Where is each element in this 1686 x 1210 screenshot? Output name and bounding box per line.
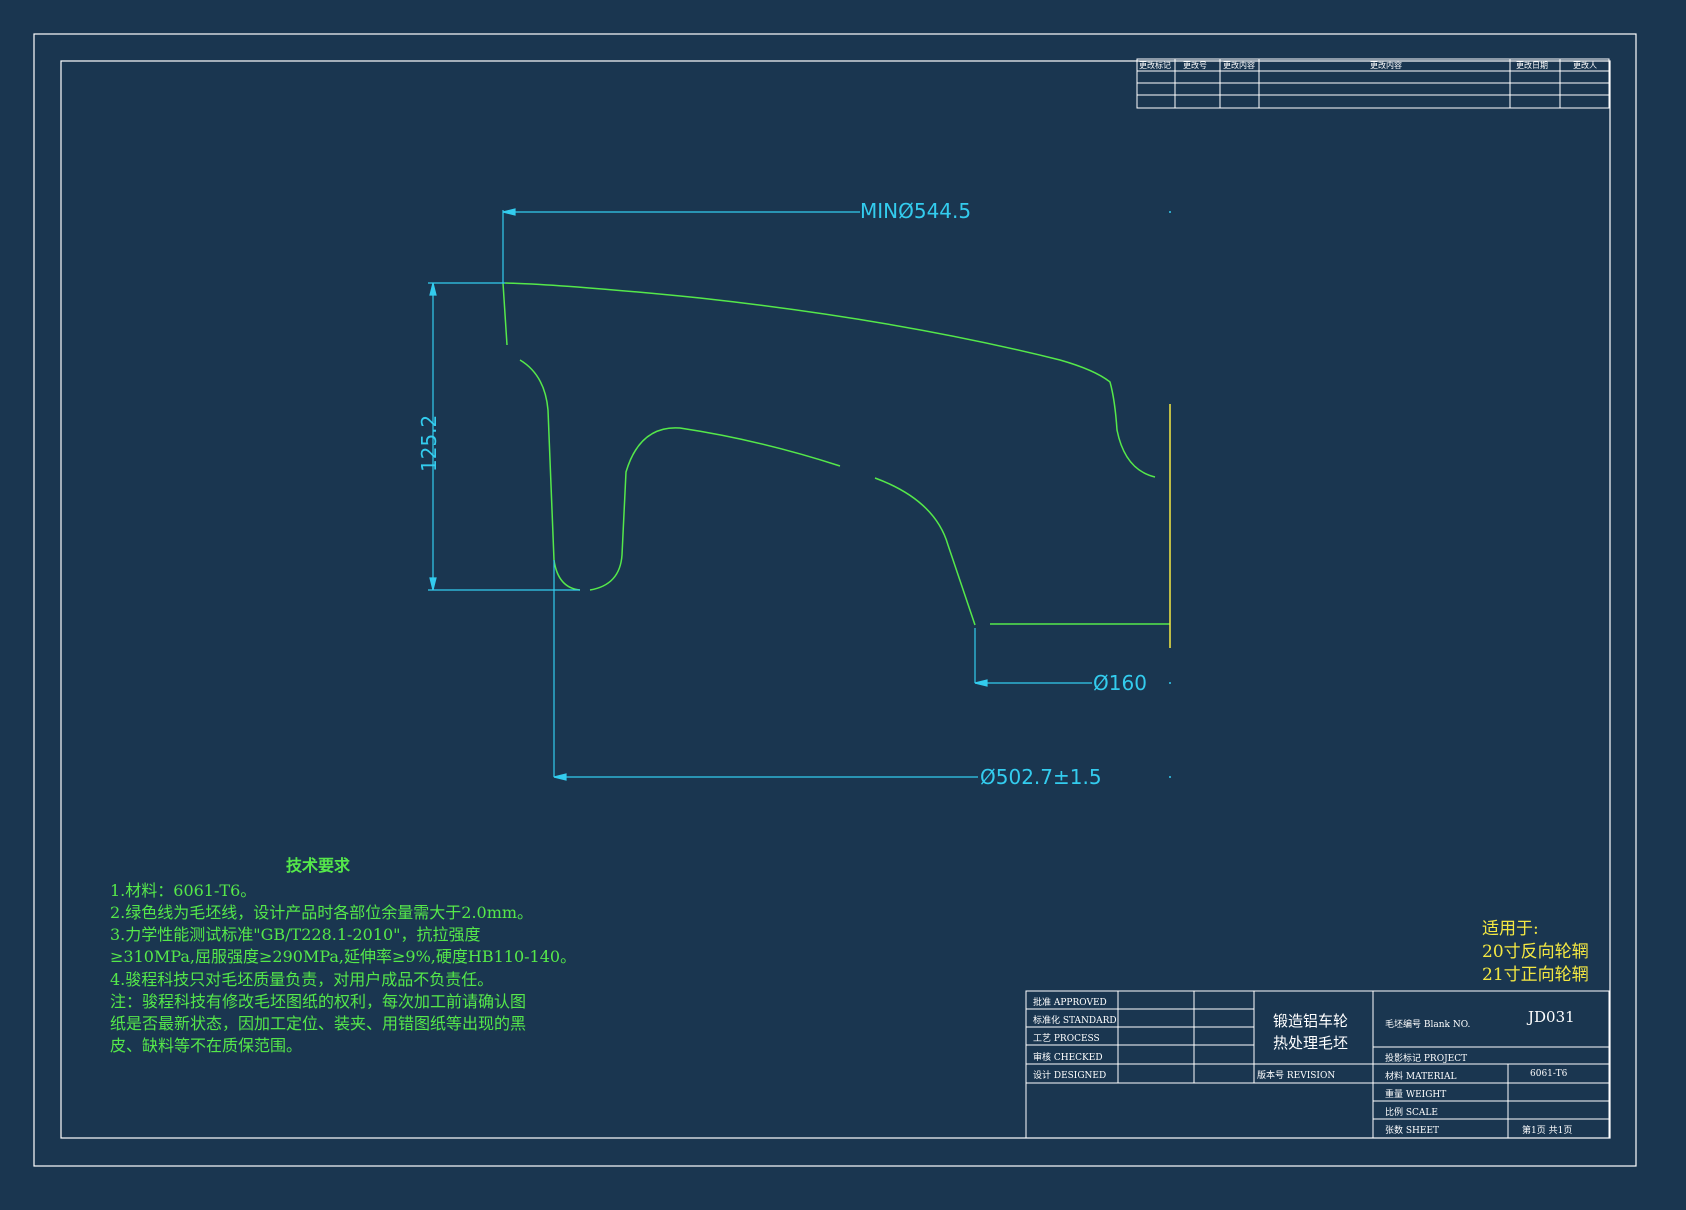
blank-profile xyxy=(502,282,1170,626)
blank-rim-contour xyxy=(502,282,581,591)
dim-inner-diameter: Ø160 xyxy=(1093,671,1147,695)
tech-line: 3.力学性能测试标准"GB/T228.1-2010"，抗拉强度 xyxy=(110,925,481,944)
tech-line: 皮、缺料等不在质保范围。 xyxy=(110,1036,303,1055)
tech-line: 1.材料：6061-T6。 xyxy=(110,881,257,900)
tech-line: ≥310MPa,屈服强度≥290MPa,延伸率≥9%,硬度HB110-140。 xyxy=(110,947,577,966)
dim-height: 125.2 xyxy=(417,414,441,472)
rev-header-date: 更改日期 xyxy=(1516,61,1548,70)
applies-to-item: 21寸正向轮辋 xyxy=(1482,965,1589,985)
applies-to-label: 适用于: xyxy=(1482,919,1539,939)
tb-weight-label: 重量 WEIGHT xyxy=(1385,1090,1447,1100)
rev-header-mark: 更改标记 xyxy=(1139,61,1171,70)
tb-material: 6061-T6 xyxy=(1530,1069,1568,1079)
dim-outer-diameter: MINØ544.5 xyxy=(860,199,972,223)
tb-product-name-2: 热处理毛坯 xyxy=(1273,1034,1349,1052)
tech-line: 纸是否最新状态，因加工定位、装夹、用错图纸等出现的黑 xyxy=(110,1014,527,1033)
dim-rim-diameter: Ø502.7±1.5 xyxy=(980,765,1102,789)
applies-to-item: 20寸反向轮辋 xyxy=(1482,942,1589,962)
tb-process: 工艺 PROCESS xyxy=(1033,1034,1100,1044)
tb-revision: 版本号 REVISION xyxy=(1257,1071,1336,1081)
tb-sheet-label: 张数 SHEET xyxy=(1385,1126,1440,1136)
tech-line: 注：骏程科技有修改毛坯图纸的权利，每次加工前请确认图 xyxy=(110,992,527,1011)
tb-blank-no: JD031 xyxy=(1528,1008,1575,1026)
rev-header-content: 更改内容 xyxy=(1370,61,1402,70)
tb-standard: 标准化 STANDARD xyxy=(1033,1016,1117,1026)
blank-inner-contour xyxy=(589,427,841,591)
blank-hub-contour xyxy=(874,477,976,626)
tb-approved: 批准 APPROVED xyxy=(1033,998,1107,1008)
tb-sheet: 第1页 共1页 xyxy=(1522,1126,1573,1136)
tb-scale-label: 比例 SCALE xyxy=(1385,1108,1438,1118)
tb-blank-no-label: 毛坯编号 Blank NO. xyxy=(1385,1020,1471,1030)
dimension-lines xyxy=(428,208,1092,781)
tech-line: 2.绿色线为毛坯线，设计产品时各部位余量需大于2.0mm。 xyxy=(110,903,534,922)
tb-checked: 审核 CHECKED xyxy=(1033,1053,1103,1063)
rev-header-number: 更改号 xyxy=(1183,61,1207,70)
rev-header-person: 更改人 xyxy=(1573,61,1597,70)
blank-top-contour xyxy=(504,282,1156,478)
rev-header-location: 更改内容 xyxy=(1223,61,1255,70)
tb-product-name-1: 锻造铝车轮 xyxy=(1273,1012,1349,1030)
tech-requirements-title: 技术要求 xyxy=(286,856,351,875)
tb-project-label: 投影标记 PROJECT xyxy=(1385,1054,1468,1064)
cad-drawing-sheet: MINØ544.5 125.2 Ø160 Ø502.7±1.5 技术要求 1.材… xyxy=(0,0,1686,1210)
tech-line: 4.骏程科技只对毛坯质量负责，对用户成品不负责任。 xyxy=(110,970,494,989)
tb-designed: 设计 DESIGNED xyxy=(1033,1071,1107,1081)
tb-material-label: 材料 MATERIAL xyxy=(1385,1072,1457,1082)
